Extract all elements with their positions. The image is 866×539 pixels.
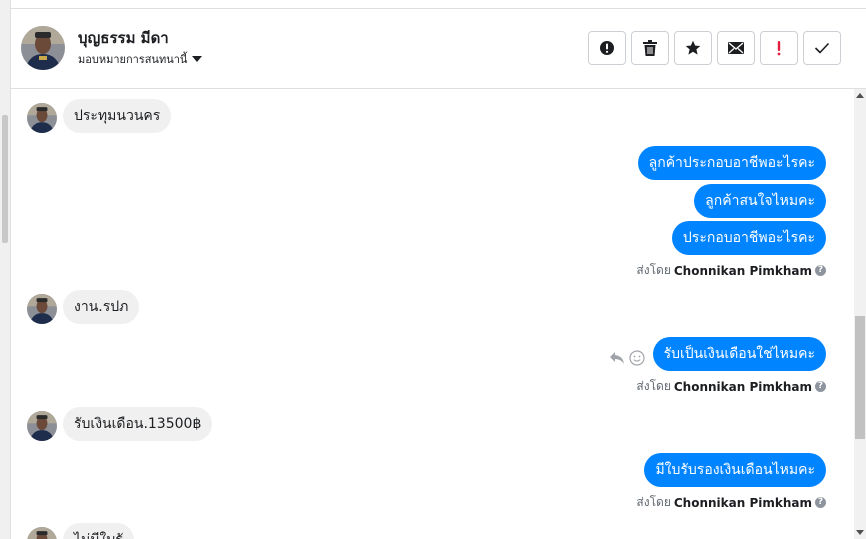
contact-avatar[interactable]: [27, 294, 57, 324]
incoming-message[interactable]: ไม่มีใบรั: [63, 523, 134, 539]
sent-by-agent[interactable]: Chonnikan Pimkham: [674, 264, 812, 278]
left-scrollbar[interactable]: [0, 0, 11, 539]
emoji-icon[interactable]: [629, 350, 645, 366]
contact-avatar[interactable]: [21, 26, 65, 70]
contact-avatar[interactable]: [27, 103, 57, 133]
outgoing-message[interactable]: ประกอบอาชีพอะไรคะ: [671, 221, 826, 255]
conversation-header: บุญธรรม มีดา มอบหมายการสนทนานี้: [11, 9, 866, 89]
contact-avatar[interactable]: [27, 411, 57, 441]
outgoing-message[interactable]: ลูกค้าประกอบอาชีพอะไรคะ: [637, 146, 826, 180]
delete-button[interactable]: [631, 31, 669, 65]
contact-avatar[interactable]: [27, 527, 57, 539]
sent-by-agent[interactable]: Chonnikan Pimkham: [674, 380, 812, 394]
message-scrollbar-thumb[interactable]: [855, 316, 865, 439]
message-reactions: [609, 350, 645, 366]
assign-label: มอบหมายการสนทนานี้: [78, 53, 188, 66]
envelope-icon: [728, 42, 744, 54]
assign-conversation-dropdown[interactable]: มอบหมายการสนทนานี้: [78, 50, 203, 68]
scroll-down-arrow-icon[interactable]: [856, 530, 864, 535]
conversation-actions: [588, 31, 841, 65]
inbox-conversation-view: บุญธรรม มีดา มอบหมายการสนทนานี้ ประทุมนว…: [0, 0, 866, 539]
outgoing-message[interactable]: รับเป็นเงินเดือนใช่ไหมคะ: [652, 337, 826, 371]
top-strip: [11, 0, 866, 9]
sent-by-prefix: ส่งโดย: [636, 263, 671, 277]
mark-unread-button[interactable]: [717, 31, 755, 65]
help-icon[interactable]: ?: [815, 497, 826, 508]
spam-button[interactable]: [588, 31, 626, 65]
follow-up-button[interactable]: [760, 31, 798, 65]
star-icon: [685, 40, 701, 55]
help-icon[interactable]: ?: [815, 381, 826, 392]
incoming-message[interactable]: รับเงินเดือน.13500฿: [63, 407, 213, 441]
sent-by-prefix: ส่งโดย: [636, 379, 671, 393]
contact-name: บุญธรรม มีดา: [78, 29, 169, 47]
mark-done-button[interactable]: [803, 31, 841, 65]
reply-icon[interactable]: [609, 351, 625, 365]
outgoing-message[interactable]: มีใบรับรองเงินเดือนไหมคะ: [644, 453, 826, 487]
sent-by-agent[interactable]: Chonnikan Pimkham: [674, 496, 812, 510]
scroll-up-arrow-icon[interactable]: [856, 93, 864, 98]
sent-by-line: ส่งโดย Chonnikan Pimkham ?: [636, 493, 826, 512]
help-icon[interactable]: ?: [815, 265, 826, 276]
left-scrollbar-thumb[interactable]: [2, 115, 8, 243]
star-button[interactable]: [674, 31, 712, 65]
incoming-message[interactable]: ประทุมนวนคร: [63, 99, 172, 133]
sent-by-line: ส่งโดย Chonnikan Pimkham ?: [636, 261, 826, 280]
message-scrollbar[interactable]: [854, 89, 866, 539]
sent-by-prefix: ส่งโดย: [636, 495, 671, 509]
check-icon: [814, 42, 830, 54]
incoming-message[interactable]: งาน.รปภ: [63, 290, 140, 324]
trash-icon: [643, 40, 657, 56]
chevron-down-icon: [192, 56, 203, 62]
sent-by-line: ส่งโดย Chonnikan Pimkham ?: [636, 377, 826, 396]
exclamation-icon: [777, 41, 781, 56]
exclamation-circle-icon: [600, 41, 614, 55]
outgoing-message[interactable]: ลูกค้าสนใจไหมคะ: [694, 184, 826, 218]
